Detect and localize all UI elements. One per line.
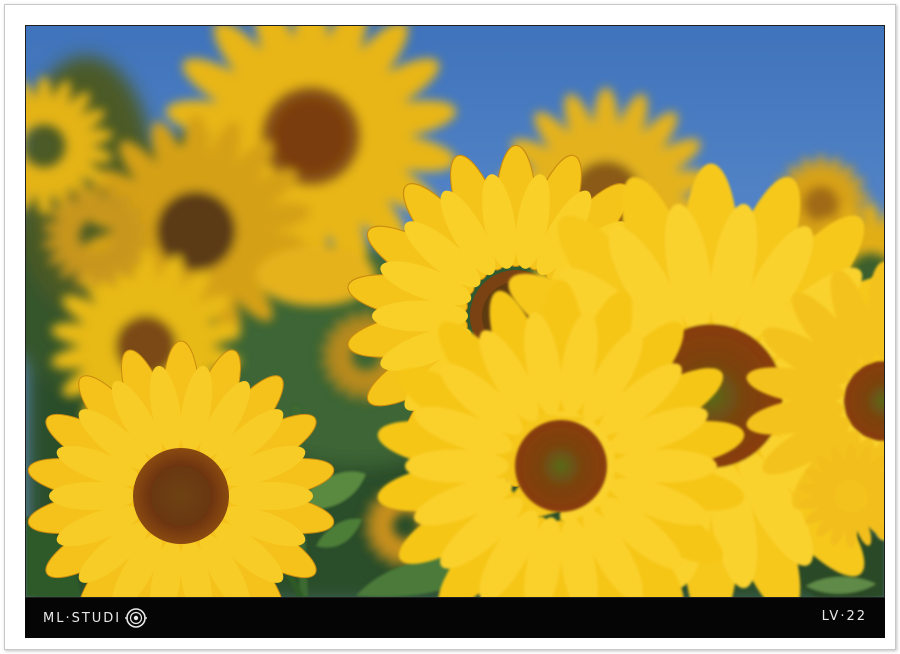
frame-label: LV·22 <box>821 609 867 624</box>
studio-brand: ML·STUDI <box>43 607 148 629</box>
caption-bar: ML·STUDI LV·22 <box>25 598 885 638</box>
aperture-o-icon <box>124 606 148 630</box>
photo-card: ML·STUDI LV·22 <box>4 4 896 650</box>
sunflower-photo <box>25 25 885 598</box>
brand-label: ML·STUDI <box>43 610 122 626</box>
